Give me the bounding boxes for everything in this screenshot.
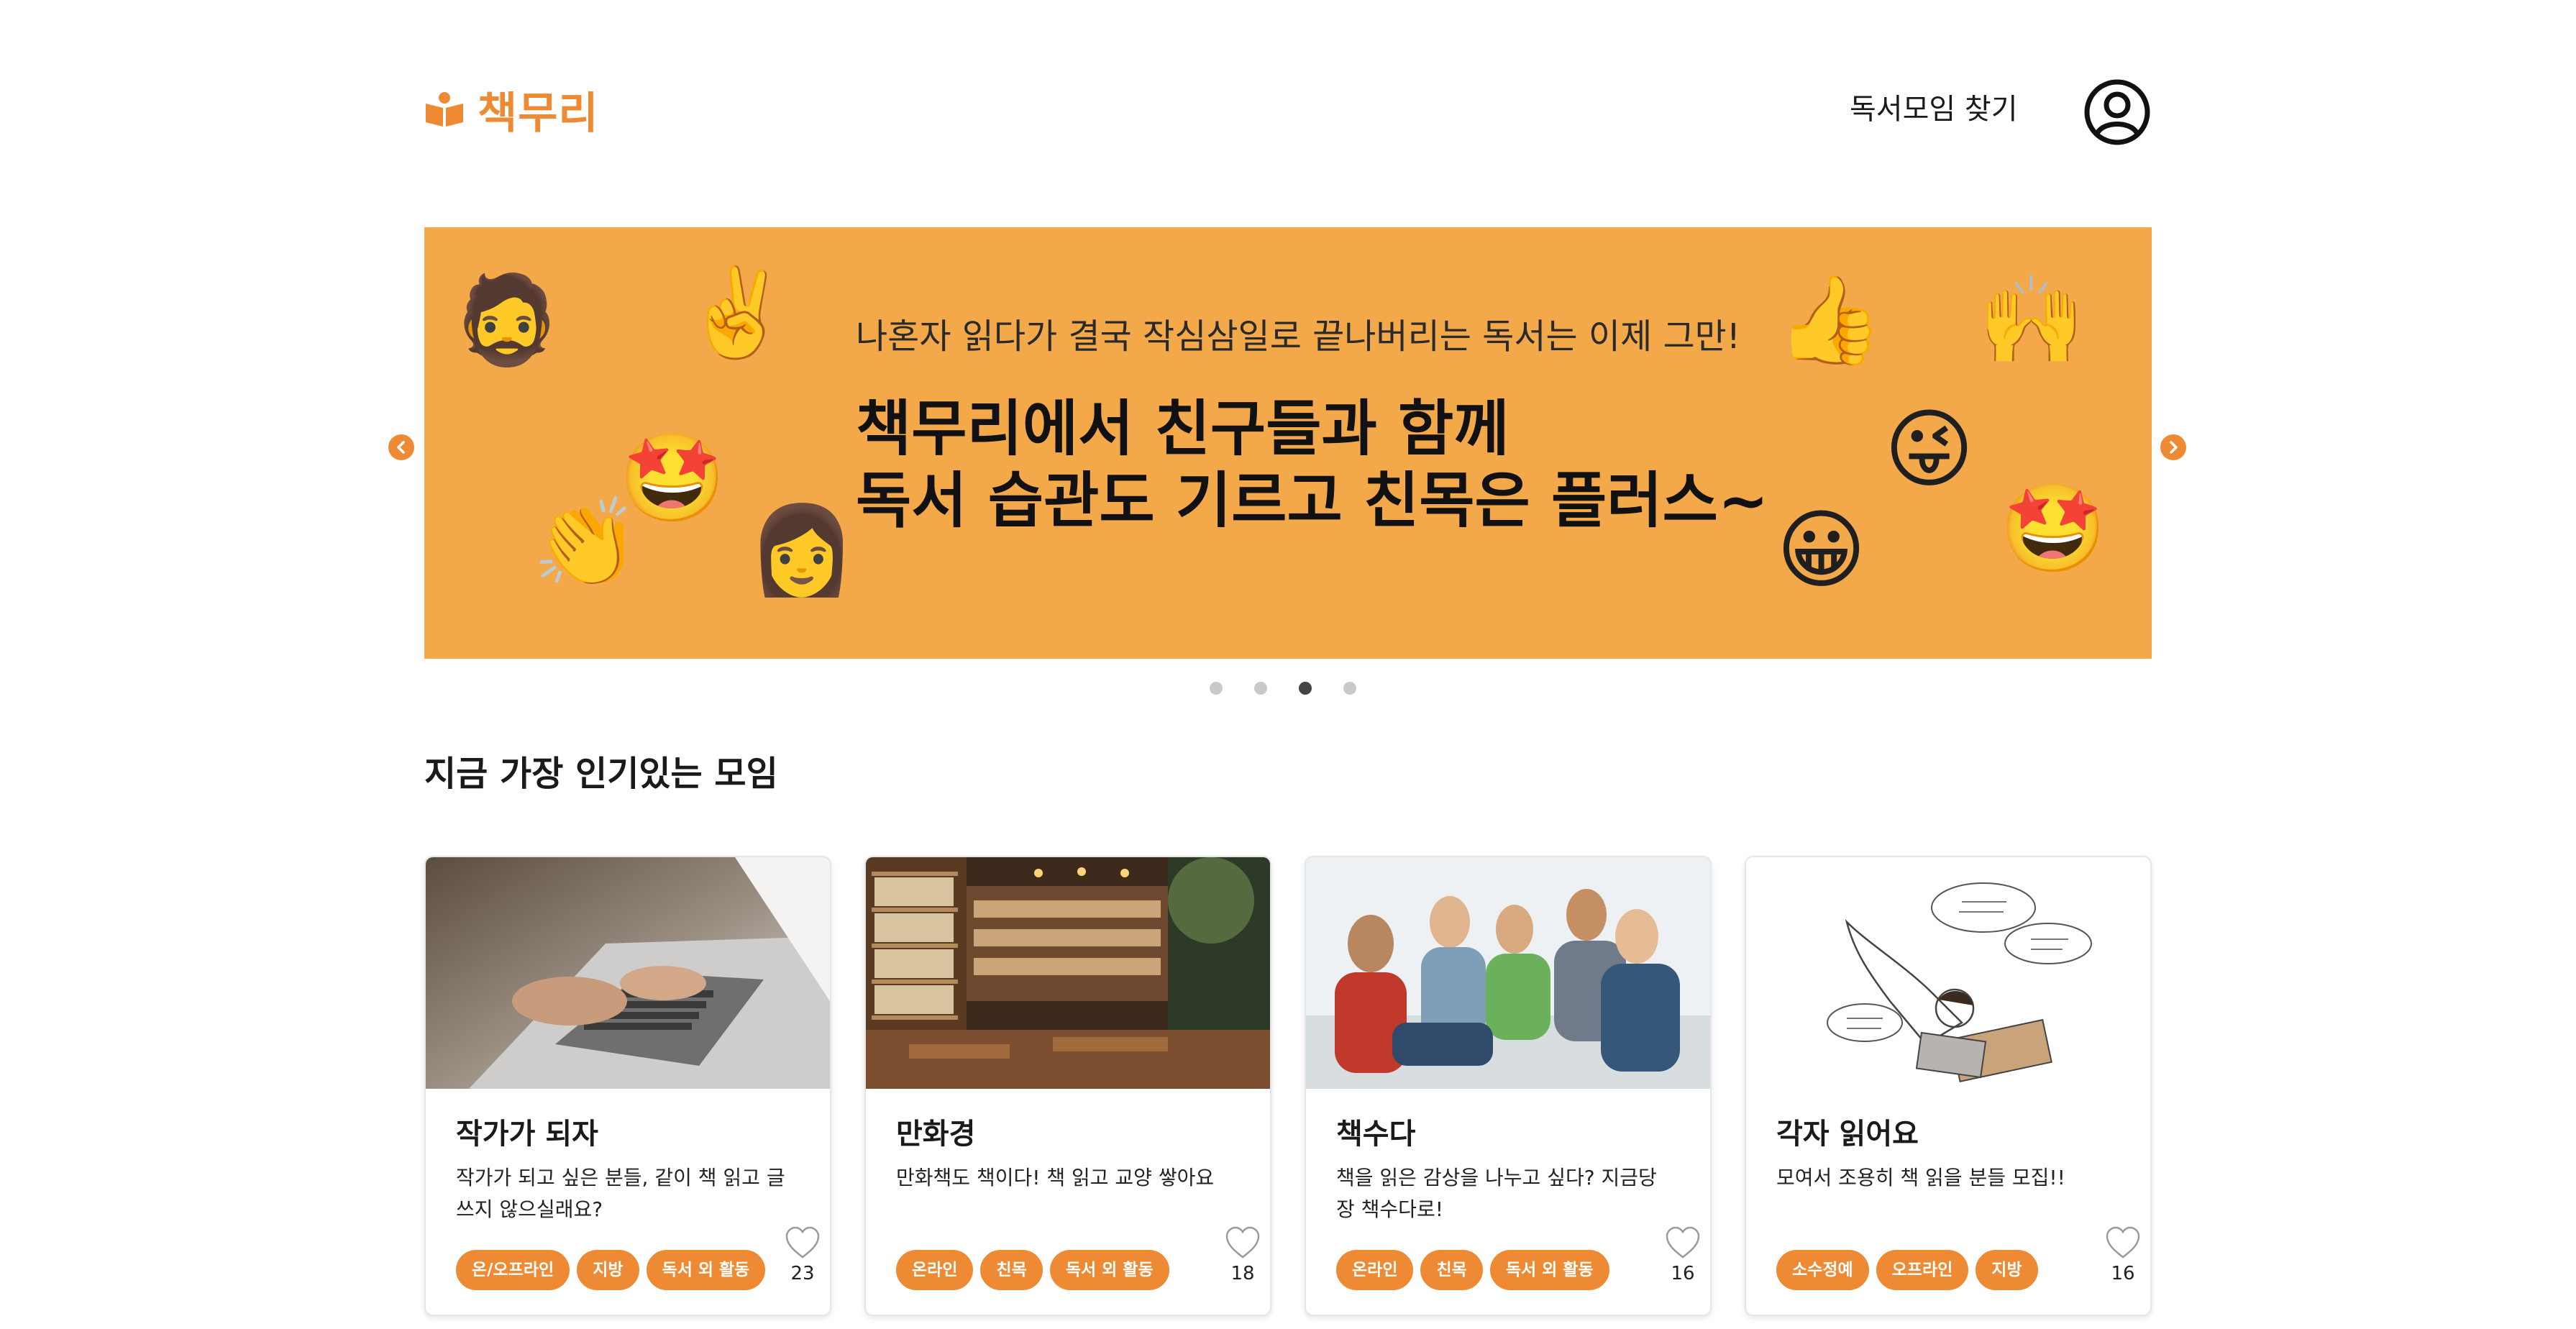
tag-chip[interactable]: 독서 외 활동 bbox=[1049, 1250, 1169, 1290]
hero-banner[interactable]: 🧔 👏 ✌️ 🤩 👩 👍 🙌 😜 😀 🤩 나혼자 읽다가 결국 작심삼일로 끝나… bbox=[424, 227, 2152, 659]
like-count: 18 bbox=[1230, 1263, 1255, 1284]
club-card-tags: 온라인 친목 독서 외 활동 bbox=[1336, 1250, 1609, 1290]
carousel-prev-arrow-icon[interactable] bbox=[388, 434, 414, 460]
club-card-image-comic-cafe bbox=[866, 857, 1270, 1089]
memoji-redhair: 👍 bbox=[1776, 270, 1884, 370]
carousel-next-arrow-icon[interactable] bbox=[2160, 434, 2186, 460]
tag-chip[interactable]: 친목 bbox=[980, 1250, 1043, 1290]
club-card-description: 모여서 조용히 책 읽을 분들 모집!! bbox=[1776, 1166, 2065, 1189]
carousel-dot-3[interactable] bbox=[1299, 682, 1312, 695]
club-card[interactable]: 각자 읽어요 모여서 조용히 책 읽을 분들 모집!! 소수정예 오프라인 지방… bbox=[1745, 856, 2152, 1316]
heart-icon[interactable] bbox=[784, 1225, 821, 1260]
heart-icon[interactable] bbox=[1224, 1225, 1261, 1260]
club-card-image-illustration bbox=[1746, 857, 2150, 1089]
book-logo-icon bbox=[424, 91, 465, 128]
club-card-list: 작가가 되자 작가가 되고 싶은 분들, 같이 책 읽고 글 쓰지 않으실래요?… bbox=[424, 856, 2152, 1316]
carousel-dot-4[interactable] bbox=[1343, 682, 1356, 695]
club-card-image-laptop bbox=[426, 857, 830, 1089]
banner-title-line1: 책무리에서 친구들과 함께 bbox=[856, 393, 1509, 464]
club-card-title: 책수다 bbox=[1336, 1118, 1416, 1151]
like-count: 16 bbox=[2111, 1263, 2135, 1284]
tag-chip[interactable]: 온라인 bbox=[896, 1250, 974, 1290]
tag-chip[interactable]: 지방 bbox=[1976, 1250, 2038, 1290]
like-widget: 23 bbox=[782, 1225, 823, 1284]
carousel-dots bbox=[1210, 682, 1356, 695]
like-widget: 16 bbox=[2103, 1225, 2143, 1284]
club-card-tags: 온/오프라인 지방 독서 외 활동 bbox=[456, 1250, 766, 1290]
tag-chip[interactable]: 독서 외 활동 bbox=[646, 1250, 766, 1290]
memoji-star-eyes: 🤩 bbox=[618, 429, 726, 529]
tag-chip[interactable]: 온라인 bbox=[1336, 1250, 1414, 1290]
club-card-tags: 소수정예 오프라인 지방 bbox=[1776, 1250, 2038, 1290]
heart-icon[interactable] bbox=[2104, 1225, 2142, 1260]
popular-clubs-heading: 지금 가장 인기있는 모임 bbox=[424, 754, 778, 794]
memoji-wink: 😜 bbox=[1884, 400, 1975, 500]
club-card[interactable]: 책수다 책을 읽은 감상을 나누고 싶다? 지금당장 책수다로! 온라인 친목 … bbox=[1305, 856, 1712, 1316]
club-card-title: 작가가 되자 bbox=[456, 1118, 598, 1151]
tag-chip[interactable]: 지방 bbox=[577, 1250, 639, 1290]
logo-text: 책무리 bbox=[478, 88, 599, 139]
club-card[interactable]: 만화경 만화책도 책이다! 책 읽고 교양 쌓아요 온라인 친목 독서 외 활동… bbox=[864, 856, 1271, 1316]
like-count: 23 bbox=[790, 1263, 815, 1284]
tag-chip[interactable]: 소수정예 bbox=[1776, 1250, 1869, 1290]
tag-chip[interactable]: 독서 외 활동 bbox=[1489, 1250, 1609, 1290]
memoji-curly-star: 🤩 bbox=[1999, 479, 2107, 579]
user-profile-icon[interactable] bbox=[2083, 78, 2152, 147]
like-widget: 16 bbox=[1663, 1225, 1703, 1284]
club-card-title: 각자 읽어요 bbox=[1776, 1118, 1919, 1151]
tag-chip[interactable]: 온/오프라인 bbox=[456, 1250, 570, 1290]
memoji-woman: 👩 bbox=[748, 501, 856, 600]
memoji-peace: ✌️ bbox=[683, 263, 791, 363]
like-count: 16 bbox=[1671, 1263, 1695, 1284]
tag-chip[interactable]: 오프라인 bbox=[1876, 1250, 1969, 1290]
club-card-description: 책을 읽은 감상을 나누고 싶다? 지금당장 책수다로! bbox=[1336, 1166, 1657, 1221]
club-card-tags: 온라인 친목 독서 외 활동 bbox=[896, 1250, 1169, 1290]
banner-title-line2: 독서 습관도 기르고 친목은 플러스~ bbox=[856, 465, 1769, 536]
find-reading-club-link[interactable]: 독서모임 찾기 bbox=[1850, 86, 2018, 132]
banner-title: 책무리에서 친구들과 함께 독서 습관도 기르고 친목은 플러스~ bbox=[856, 393, 1768, 536]
memoji-clap-smile: 🙌 bbox=[1978, 270, 2086, 370]
club-card-description: 만화책도 책이다! 책 읽고 교양 쌓아요 bbox=[896, 1166, 1215, 1189]
carousel-dot-2[interactable] bbox=[1254, 682, 1267, 695]
club-card[interactable]: 작가가 되자 작가가 되고 싶은 분들, 같이 책 읽고 글 쓰지 않으실래요?… bbox=[424, 856, 831, 1316]
memoji-smile: 😀 bbox=[1776, 501, 1867, 600]
club-card-description: 작가가 되고 싶은 분들, 같이 책 읽고 글 쓰지 않으실래요? bbox=[456, 1166, 785, 1221]
banner-subtitle: 나혼자 읽다가 결국 작심삼일로 끝나버리는 독서는 이제 그만! bbox=[856, 316, 1741, 357]
tag-chip[interactable]: 친목 bbox=[1420, 1250, 1483, 1290]
club-card-title: 만화경 bbox=[896, 1118, 976, 1151]
heart-icon[interactable] bbox=[1664, 1225, 1702, 1260]
club-card-image-friends bbox=[1306, 857, 1710, 1089]
logo[interactable]: 책무리 bbox=[424, 81, 599, 139]
carousel-dot-1[interactable] bbox=[1210, 682, 1223, 695]
memoji-glasses-thumbsup: 🧔 bbox=[453, 270, 561, 370]
like-widget: 18 bbox=[1223, 1225, 1263, 1284]
